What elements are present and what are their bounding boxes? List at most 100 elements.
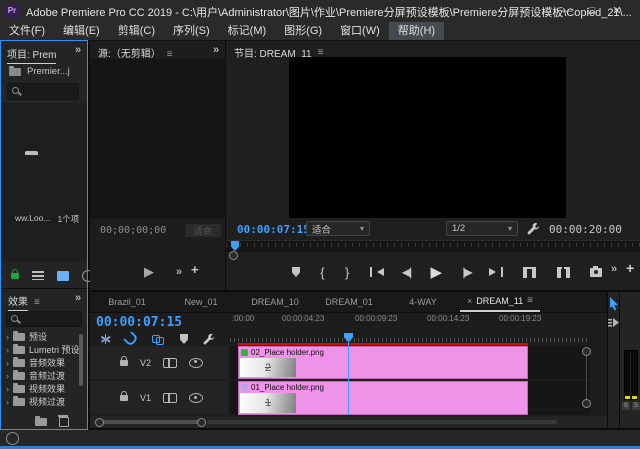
menu-edit[interactable]: 编辑(E) — [54, 22, 109, 40]
solo-left-button[interactable]: S — [622, 402, 630, 410]
mark-out-icon[interactable]: } — [345, 265, 349, 280]
menu-file[interactable]: 文件(F) — [0, 22, 54, 40]
extract-icon[interactable] — [557, 267, 570, 278]
clip-v2[interactable]: 02_Place holder.png 2 — [238, 346, 528, 379]
v-scroll-handle-top[interactable] — [582, 347, 591, 356]
scrubber-zoom-handle[interactable] — [229, 251, 238, 260]
expand-icon[interactable]: › — [6, 384, 9, 394]
project-panel-tab[interactable]: 项目: Prem — [7, 45, 56, 63]
step-back-icon[interactable]: ◀| — [402, 265, 410, 279]
menu-help[interactable]: 帮助(H) — [389, 22, 444, 40]
effects-item-lumetri[interactable]: › Lumetri 预设 — [1, 343, 88, 356]
program-add-button[interactable]: + — [626, 260, 634, 276]
panel-overflow-icon[interactable]: » — [213, 44, 219, 56]
expand-icon[interactable]: › — [6, 345, 9, 355]
settings-wrench-icon[interactable] — [527, 222, 540, 235]
step-forward-icon[interactable]: |▶ — [462, 265, 470, 279]
project-search-input[interactable] — [7, 83, 79, 100]
effects-item-video-effects[interactable]: › 视频效果 — [1, 382, 88, 395]
go-to-in-icon[interactable] — [370, 267, 382, 277]
project-writable-lock-icon[interactable] — [11, 273, 19, 279]
program-fit-dropdown[interactable]: 适合 ▾ — [306, 221, 370, 236]
project-item-caption[interactable]: ww.Loo... 1个项 — [15, 213, 85, 225]
snap-icon[interactable] — [123, 331, 139, 347]
solo-right-button[interactable]: S — [632, 402, 640, 410]
tab-dream-10[interactable]: DREAM_10 — [238, 292, 312, 312]
track-name[interactable]: V2 — [140, 358, 151, 368]
tab-dream-11[interactable]: × DREAM_11 ≡ — [460, 292, 540, 312]
clip-v1[interactable]: 01_Place holder.png 1 — [238, 381, 528, 415]
toggle-track-output-icon[interactable] — [189, 358, 203, 368]
mark-in-icon[interactable]: { — [320, 265, 324, 280]
track-lock-icon[interactable] — [120, 395, 128, 401]
timeline-timecode[interactable]: 00:00:07:15 — [96, 315, 182, 330]
sync-lock-icon[interactable] — [163, 358, 177, 368]
effects-search-input[interactable] — [6, 311, 82, 327]
track-select-tool-icon[interactable] — [608, 318, 619, 328]
sync-lock-icon[interactable] — [163, 393, 177, 403]
go-to-out-icon[interactable] — [491, 267, 503, 277]
h-scrollbar[interactable] — [90, 416, 607, 428]
maximize-button[interactable]: □ — [578, 0, 606, 22]
panel-menu-icon[interactable]: ≡ — [527, 292, 533, 311]
effects-item-video-transitions[interactable]: › 视频过渡 — [1, 395, 88, 408]
v-scroll-handle-bottom[interactable] — [582, 399, 591, 408]
timeline-playhead-line[interactable] — [348, 340, 349, 415]
tab-brazil-01[interactable]: Brazil_01 — [90, 292, 164, 312]
effects-item-audio-transitions[interactable]: › 音频过渡 — [1, 369, 88, 382]
program-resolution-dropdown[interactable]: 1/2 ▾ — [446, 221, 518, 236]
menu-window[interactable]: 窗口(W) — [331, 22, 389, 40]
panel-overflow-icon[interactable]: » — [75, 292, 81, 304]
timeline-ruler[interactable]: :00:00 00:00:04:23 00:00:09:23 00:00:14:… — [230, 314, 590, 326]
source-play-button[interactable]: ▶ — [144, 264, 154, 280]
play-button[interactable]: ▶ — [431, 263, 443, 281]
lift-icon[interactable] — [523, 267, 536, 278]
close-button[interactable]: ✕ — [603, 0, 631, 22]
effects-panel-tab[interactable]: 效果 ≡ — [8, 293, 40, 311]
h-scroll-handle-right[interactable] — [197, 418, 206, 427]
panel-menu-icon[interactable]: ≡ — [167, 49, 173, 60]
expand-icon[interactable]: › — [6, 332, 9, 342]
source-timecode[interactable]: 00;00;00;00 — [100, 225, 166, 236]
track-name[interactable]: V1 — [140, 393, 151, 403]
tab-new-01[interactable]: New_01 — [164, 292, 238, 312]
effects-item-presets[interactable]: › 预设 — [1, 330, 88, 343]
toggle-track-output-icon[interactable] — [189, 393, 203, 403]
creative-cloud-sync-icon[interactable] — [6, 432, 19, 445]
expand-icon[interactable]: › — [6, 397, 9, 407]
menu-markers[interactable]: 标记(M) — [219, 22, 276, 40]
menu-sequence[interactable]: 序列(S) — [164, 22, 219, 40]
effects-scrollbar[interactable] — [79, 334, 83, 386]
panel-overflow-icon[interactable]: » — [75, 44, 81, 56]
linked-selection-icon[interactable] — [152, 335, 165, 344]
h-scroll-handle-left[interactable] — [95, 418, 104, 427]
program-overflow-icon[interactable]: » — [611, 263, 617, 275]
expand-icon[interactable]: › — [6, 371, 9, 381]
icon-view-icon[interactable] — [57, 271, 69, 281]
delete-icon[interactable] — [59, 417, 69, 427]
track-lock-icon[interactable] — [120, 360, 128, 366]
program-timecode[interactable]: 00:00:07:15 — [237, 223, 310, 236]
list-view-icon[interactable] — [32, 271, 44, 280]
nest-toggle-icon[interactable] — [100, 334, 110, 344]
panel-menu-icon[interactable]: ≡ — [34, 297, 40, 308]
program-scrubber[interactable] — [226, 240, 640, 252]
timeline-settings-wrench-icon[interactable] — [203, 333, 215, 345]
export-frame-icon[interactable] — [590, 268, 602, 277]
tab-close-icon[interactable]: × — [467, 292, 472, 311]
minimize-button[interactable]: — — [553, 0, 581, 22]
project-bin-row[interactable]: Premier...j — [9, 66, 70, 77]
menu-graphics[interactable]: 图形(G) — [275, 22, 331, 40]
source-overflow-icon[interactable]: » — [176, 266, 182, 278]
program-playhead[interactable] — [231, 241, 239, 251]
new-bin-icon[interactable] — [35, 418, 47, 426]
menu-clip[interactable]: 剪辑(C) — [109, 22, 164, 40]
source-fit-dropdown[interactable]: 适合 — [185, 224, 221, 237]
add-marker-icon[interactable] — [292, 267, 300, 277]
expand-icon[interactable]: › — [6, 358, 9, 368]
selection-tool-icon[interactable] — [609, 297, 619, 311]
source-add-button[interactable]: + — [191, 262, 199, 277]
add-marker-icon[interactable] — [180, 334, 188, 344]
effects-item-audio-effects[interactable]: › 音频效果 — [1, 356, 88, 369]
tab-dream-01[interactable]: DREAM_01 — [312, 292, 386, 312]
